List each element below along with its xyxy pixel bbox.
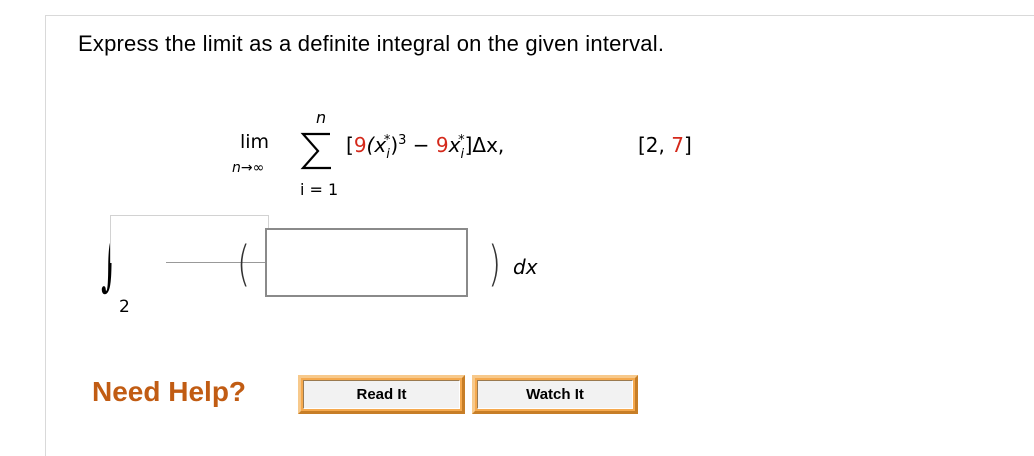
exponent-3: 3 (398, 133, 407, 148)
coefficient-linear: 9 (435, 133, 449, 157)
star-1: * (383, 133, 391, 148)
lim-subscript: n→∞ (232, 160, 265, 176)
question-prompt: Express the limit as a definite integral… (78, 31, 665, 56)
read-it-label: Read It (303, 380, 460, 409)
watch-it-label: Watch It (477, 380, 633, 409)
lim-label: lim (240, 131, 270, 153)
interval: [2, 7] (638, 133, 692, 157)
differential-dx: dx (513, 255, 538, 279)
read-it-button[interactable]: Read It (298, 375, 465, 414)
integral-lower-limit: 2 (119, 297, 130, 317)
need-help-label: Need Help? (92, 376, 247, 407)
index-i-2: i (460, 147, 465, 162)
sum-upper-index: n (316, 108, 327, 127)
close-paren: ) (488, 236, 502, 292)
top-divider (45, 15, 1034, 16)
index-i-1: i (386, 147, 390, 162)
integrand-input[interactable] (265, 228, 468, 297)
paren-close: ) (390, 133, 399, 157)
coefficient-cubic: 9 (353, 133, 367, 157)
bracket-open: [ (346, 133, 354, 157)
upper-limit-underline (166, 262, 266, 263)
summand-expression: [9(xi*)3 − 9xi*]Δx, (346, 133, 505, 162)
sigma-icon (300, 132, 331, 170)
watch-it-button[interactable]: Watch It (472, 375, 638, 414)
sum-lower-index: i = 1 (300, 180, 339, 199)
delta-x: Δx, (472, 133, 505, 157)
interval-upper-bound: 7 (671, 133, 684, 157)
star-2: * (458, 133, 465, 148)
left-divider (45, 15, 46, 456)
minus-sign: − (406, 133, 436, 157)
open-paren: ( (237, 236, 251, 292)
